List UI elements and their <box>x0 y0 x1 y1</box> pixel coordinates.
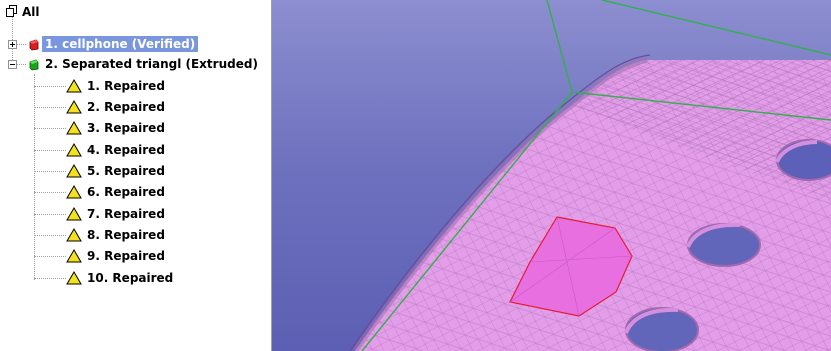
tree-child-item[interactable]: 7. Repaired <box>0 204 271 224</box>
tree-child-label: 10. Repaired <box>87 271 174 285</box>
warning-triangle-icon <box>66 228 82 242</box>
3d-viewport[interactable] <box>272 0 831 351</box>
warning-triangle-icon <box>66 143 82 157</box>
all-parts-icon <box>6 5 17 17</box>
tree-child-label: 4. Repaired <box>87 143 165 157</box>
part-tree: All 1. cellphone (Verified) 2. Separated… <box>0 0 271 351</box>
tree-line <box>34 278 66 279</box>
warning-triangle-icon <box>66 79 82 93</box>
tree-line <box>34 256 66 257</box>
tree-child-item[interactable]: 10. Repaired <box>0 268 271 288</box>
collapse-minus-icon[interactable] <box>8 60 17 69</box>
tree-line <box>34 192 66 193</box>
tree-line <box>34 214 66 215</box>
tree-child-item[interactable]: 6. Repaired <box>0 182 271 202</box>
tree-child-item[interactable]: 4. Repaired <box>0 140 271 160</box>
tree-child-label: 2. Repaired <box>87 100 165 114</box>
warning-triangle-icon <box>66 271 82 285</box>
tree-child-label: 7. Repaired <box>87 207 165 221</box>
tree-child-label: 9. Repaired <box>87 249 165 263</box>
tree-item-label: 2. Separated triangl (Extruded) <box>45 57 258 71</box>
tree-line <box>34 107 66 108</box>
tree-child-label: 5. Repaired <box>87 164 165 178</box>
green-part-icon <box>29 59 39 71</box>
tree-item-separated[interactable]: 2. Separated triangl (Extruded) <box>0 54 271 74</box>
tree-child-item[interactable]: 9. Repaired <box>0 246 271 266</box>
warning-triangle-icon <box>66 164 82 178</box>
warning-triangle-icon <box>66 185 82 199</box>
tree-child-item[interactable]: 8. Repaired <box>0 225 271 245</box>
tree-child-item[interactable]: 1. Repaired <box>0 76 271 96</box>
tree-line <box>34 235 66 236</box>
tree-child-label: 8. Repaired <box>87 228 165 242</box>
tree-child-label: 3. Repaired <box>87 121 165 135</box>
tree-line <box>34 86 66 87</box>
tree-child-item[interactable]: 5. Repaired <box>0 161 271 181</box>
tree-item-cellphone[interactable]: 1. cellphone (Verified) <box>0 34 271 54</box>
expand-plus-icon[interactable] <box>8 40 17 49</box>
tree-child-item[interactable]: 3. Repaired <box>0 118 271 138</box>
tree-child-label: 1. Repaired <box>87 79 165 93</box>
red-part-icon <box>29 39 39 51</box>
tree-line <box>34 128 66 129</box>
tree-item-label: 1. cellphone (Verified) <box>42 36 199 52</box>
tree-child-label: 6. Repaired <box>87 185 165 199</box>
tree-line <box>34 150 66 151</box>
part-tree-panel: All 1. cellphone (Verified) 2. Separated… <box>0 0 272 351</box>
tree-root[interactable]: All <box>0 2 271 22</box>
warning-triangle-icon <box>66 121 82 135</box>
warning-triangle-icon <box>66 100 82 114</box>
warning-triangle-icon <box>66 207 82 221</box>
warning-triangle-icon <box>66 249 82 263</box>
tree-line <box>34 171 66 172</box>
mesh-render <box>349 0 831 351</box>
tree-root-label: All <box>22 5 40 19</box>
tree-child-item[interactable]: 2. Repaired <box>0 97 271 117</box>
